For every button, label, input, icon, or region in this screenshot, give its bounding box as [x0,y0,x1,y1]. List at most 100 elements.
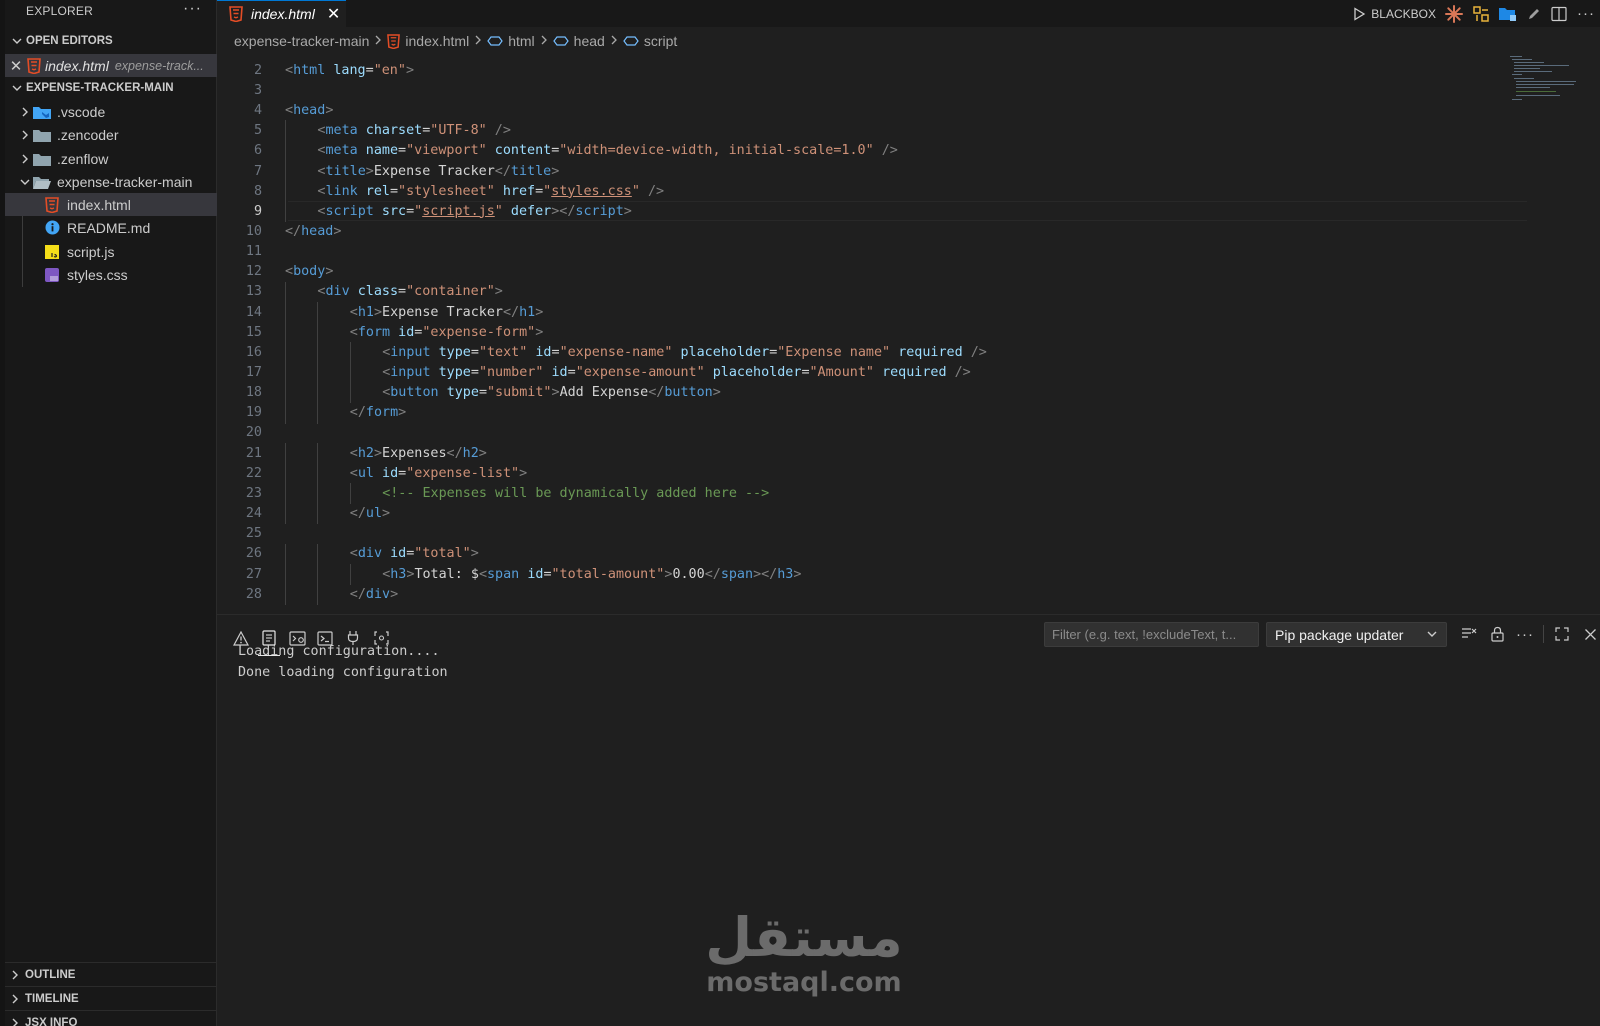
open-editor-item[interactable]: ✕ index.html expense-track... [5,54,217,77]
indent-guide [285,140,286,162]
code-line[interactable]: 28 </div> [217,583,1517,605]
line-number: 2 [253,62,262,78]
breadcrumb-item-head[interactable]: head [574,33,605,49]
indent-guide [349,563,351,585]
code-line[interactable]: 18 <button type="submit">Add Expense</but… [217,382,1517,404]
breadcrumb-item-folder[interactable]: expense-tracker-main [234,33,369,49]
close-icon[interactable] [1576,622,1600,646]
code-line[interactable]: 5 <meta charset="UTF-8" /> [217,120,1517,142]
tree-item-expense-tracker-main[interactable]: expense-tracker-main [5,170,217,193]
code-text: <title>Expense Tracker</title> [317,163,560,179]
code-text: <meta name="viewport" content="width=dev… [317,143,898,159]
tree-item-readme[interactable]: README.md [5,216,217,239]
lock-scroll-icon[interactable] [1483,622,1511,646]
code-line[interactable]: 10 </head> [217,221,1517,242]
code-line[interactable]: 27 <h3>Total: $<span id="total-amount">0.… [217,563,1517,585]
panel-actions: ··· [1455,621,1600,647]
code-line[interactable]: 24 </ul> [217,503,1517,525]
code-line[interactable]: 20 [217,423,1517,444]
timeline-section[interactable]: TIMELINE [5,986,217,1010]
outline-section[interactable]: OUTLINE [5,962,217,986]
tree-item-index-html[interactable]: index.html [5,193,217,216]
code-editor[interactable]: 2 <html lang="en"> 3 4 <head> 5 <meta charset=… [217,54,1600,614]
code-line[interactable]: 4 <head> [217,100,1517,121]
line-number: 12 [245,264,262,280]
extension-icon[interactable] [1473,5,1489,22]
output-channel-select[interactable]: Pip package updater [1266,622,1447,647]
folder-sync-icon[interactable] [1499,6,1517,22]
code-line[interactable]: 16 <input type="text" id="expense-name" p… [217,342,1517,364]
code-line[interactable]: 19 </form> [217,402,1517,424]
line-number: 14 [245,304,262,320]
run-icon[interactable] [1352,6,1366,21]
code-text: <script src="script.js" defer></script> [317,203,632,219]
tree-item-zencoder[interactable]: .zencoder [5,123,217,146]
explorer-title: EXPLORER [26,4,93,18]
code-line[interactable]: 14 <h1>Expense Tracker</h1> [217,301,1517,323]
indent-guide [317,583,319,605]
tree-item-styles-css[interactable]: styles.css [5,263,217,286]
line-number: 21 [245,445,262,461]
editor-tab-bar: index.html ✕ BLACKBOX ··· [217,0,1600,27]
breadcrumb-item-script[interactable]: script [644,33,677,49]
open-editors-header[interactable]: OPEN EDITORS [8,30,217,52]
code-line[interactable]: 21 <h2>Expenses</h2> [217,442,1517,464]
indent-guide [285,180,286,202]
code-line[interactable]: 8 <link rel="stylesheet" href="styles.css… [217,180,1517,202]
chevron-right-icon [17,106,33,118]
code-text: <head> [285,103,334,119]
indent-guide [317,563,319,585]
code-line[interactable]: 22 <ul id="expense-list"> [217,463,1517,484]
line-number: 23 [245,485,262,501]
folder-open-icon [33,174,51,190]
code-line[interactable]: 9 <script src="script.js" defer></script> [217,201,1517,223]
code-line[interactable]: 25 [217,523,1517,544]
output-line: Loading configuration.... [238,644,440,659]
code-line[interactable]: 7 <title>Expense Tracker</title> [217,160,1517,182]
chevron-down-icon [8,82,26,94]
breadcrumb-item-html[interactable]: html [508,33,534,49]
explorer-more-icon[interactable]: ··· [183,0,202,18]
code-line[interactable]: 13 <div class="container"> [217,281,1517,303]
line-number: 13 [245,284,262,300]
line-number: 4 [253,103,262,119]
tab-index-html[interactable]: index.html ✕ [217,0,346,27]
folder-icon [33,127,51,143]
symbol-element-icon [552,35,569,47]
tree-item-script-js[interactable]: script.js [5,240,217,263]
more-icon[interactable]: ··· [1577,5,1595,22]
code-text: <div class="container"> [317,284,503,300]
output-filter-input[interactable]: Filter (e.g. text, !excludeText, t... [1044,622,1259,647]
project-header[interactable]: EXPENSE-TRACKER-MAIN [8,77,217,99]
indent-guide [285,483,286,505]
chevron-down-icon [1426,627,1438,643]
indent-guide [317,342,319,364]
code-line[interactable]: 6 <meta name="viewport" content="width=de… [217,140,1517,162]
claude-icon[interactable] [1445,4,1463,23]
split-editor-icon[interactable] [1551,6,1567,22]
tree-item-vscode[interactable]: .vscode [5,100,217,123]
code-line[interactable]: 17 <input type="number" id="expense-amoun… [217,362,1517,384]
breadcrumb-item-file[interactable]: index.html [405,33,469,49]
close-icon[interactable]: ✕ [5,57,27,75]
pen-icon[interactable] [1527,7,1541,21]
clear-output-icon[interactable] [1455,622,1483,646]
code-line[interactable]: 3 [217,80,1517,101]
code-line[interactable]: 11 [217,241,1517,262]
code-line[interactable]: 26 <div id="total"> [217,543,1517,565]
close-icon[interactable]: ✕ [327,4,340,24]
code-line[interactable]: 2 <html lang="en"> [217,60,1517,81]
tree-item-zenflow[interactable]: .zenflow [5,147,217,170]
more-icon[interactable]: ··· [1511,622,1539,646]
code-line[interactable]: 15 <form id="expense-form"> [217,321,1517,343]
blackbox-button[interactable]: BLACKBOX [1371,7,1436,21]
breadcrumb: expense-tracker-main index.html html hea… [217,29,1600,53]
chevron-right-icon [5,1017,25,1026]
vscode-folder-icon [33,104,51,120]
code-line[interactable]: 12 <body> [217,262,1517,283]
minimap[interactable] [1510,54,1580,104]
jsx-info-section[interactable]: JSX INFO [5,1010,217,1026]
maximize-icon[interactable] [1548,622,1576,646]
code-line[interactable]: 23 <!-- Expenses will be dynamically adde… [217,483,1517,505]
indent-guide [285,543,286,565]
